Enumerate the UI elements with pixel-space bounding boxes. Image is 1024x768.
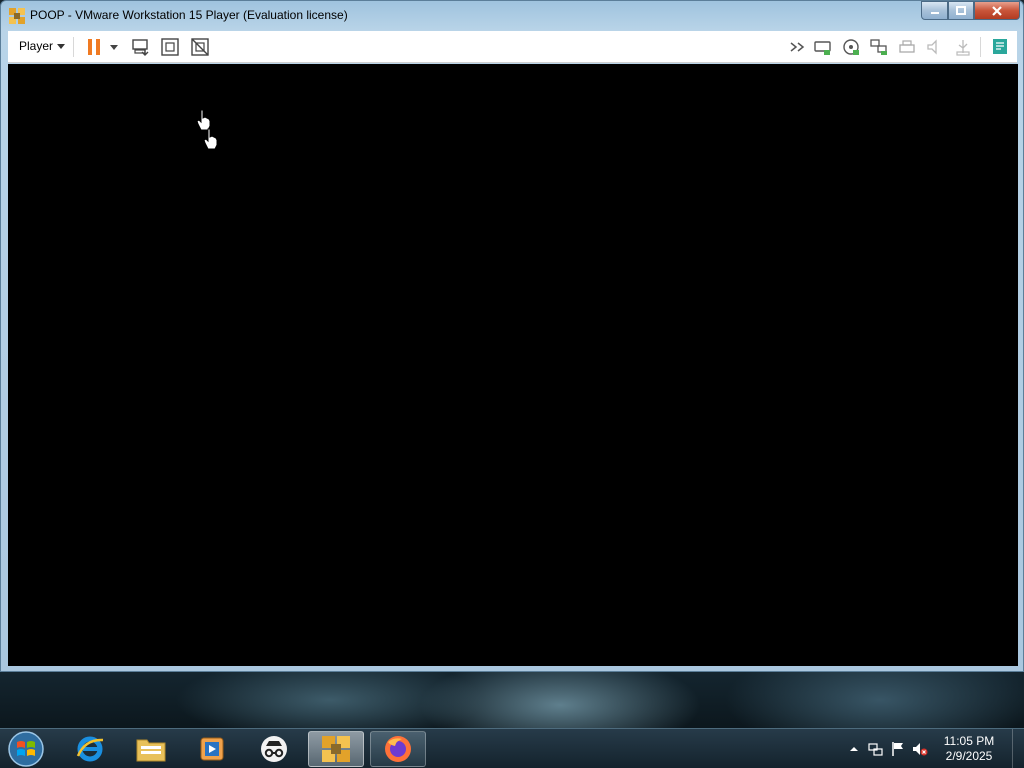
maximize-button[interactable] <box>948 1 974 20</box>
vmware-player-window: POOP - VMware Workstation 15 Player (Eva… <box>0 0 1024 672</box>
incognito-icon <box>261 736 287 762</box>
start-button[interactable] <box>6 730 46 768</box>
minimize-icon <box>930 11 939 14</box>
pause-icon[interactable] <box>84 37 104 57</box>
toolbar-separator <box>980 37 981 57</box>
internet-explorer-icon <box>76 736 104 762</box>
start-orb-icon <box>8 731 44 767</box>
firefox-icon <box>385 736 411 762</box>
taskbar: 11:05 PM 2/9/2025 <box>0 728 1024 768</box>
volume-muted-icon[interactable] <box>912 741 928 757</box>
media-player-icon <box>200 737 224 761</box>
taskbar-clock[interactable]: 11:05 PM 2/9/2025 <box>940 734 998 764</box>
fit-guest-icon[interactable] <box>160 37 180 57</box>
printer-icon[interactable] <box>897 37 917 57</box>
chevron-down-icon <box>57 43 66 49</box>
vmware-icon <box>322 736 350 762</box>
hand-cursor-icon <box>203 128 218 150</box>
clock-time: 11:05 PM <box>943 734 995 748</box>
send-ctrl-alt-del-icon[interactable] <box>131 37 151 57</box>
sound-icon[interactable] <box>925 37 945 57</box>
close-icon <box>992 5 1002 16</box>
taskbar-firefox[interactable] <box>370 731 426 767</box>
clock-date: 2/9/2025 <box>945 749 993 763</box>
player-menu[interactable]: Player <box>19 39 66 53</box>
network-adapter-icon[interactable] <box>869 37 889 57</box>
message-log-icon[interactable] <box>990 37 1010 57</box>
toolbar: Player <box>8 31 1017 63</box>
hard-disk-icon[interactable] <box>813 37 833 57</box>
maximize-icon <box>956 6 966 15</box>
vm-console-screen[interactable] <box>8 64 1018 666</box>
taskbar-media-player[interactable] <box>184 731 240 767</box>
cd-dvd-icon[interactable] <box>841 37 861 57</box>
network-icon[interactable] <box>868 741 884 757</box>
more-devices-icon[interactable] <box>788 37 808 57</box>
toolbar-separator <box>73 37 74 57</box>
file-explorer-icon <box>136 739 166 762</box>
taskbar-vmware[interactable] <box>308 731 364 767</box>
show-hidden-icons-icon[interactable] <box>846 741 862 757</box>
show-desktop-button[interactable] <box>1012 729 1024 768</box>
taskbar-file-explorer[interactable] <box>123 731 179 767</box>
system-tray: 11:05 PM 2/9/2025 <box>834 729 1024 768</box>
minimize-button[interactable] <box>921 1 948 20</box>
action-center-flag-icon[interactable] <box>890 741 906 757</box>
window-title: POOP - VMware Workstation 15 Player (Eva… <box>30 8 348 22</box>
usb-icon[interactable] <box>953 37 973 57</box>
taskbar-internet-explorer[interactable] <box>62 731 118 767</box>
taskbar-incognito[interactable] <box>246 731 302 767</box>
title-bar[interactable]: POOP - VMware Workstation 15 Player (Eva… <box>1 1 1023 30</box>
unity-icon[interactable] <box>190 37 210 57</box>
vmware-app-icon <box>9 8 25 24</box>
player-menu-label: Player <box>19 39 54 53</box>
close-button[interactable] <box>974 1 1020 20</box>
window-controls <box>921 1 1020 20</box>
power-dropdown-icon[interactable] <box>108 37 120 57</box>
